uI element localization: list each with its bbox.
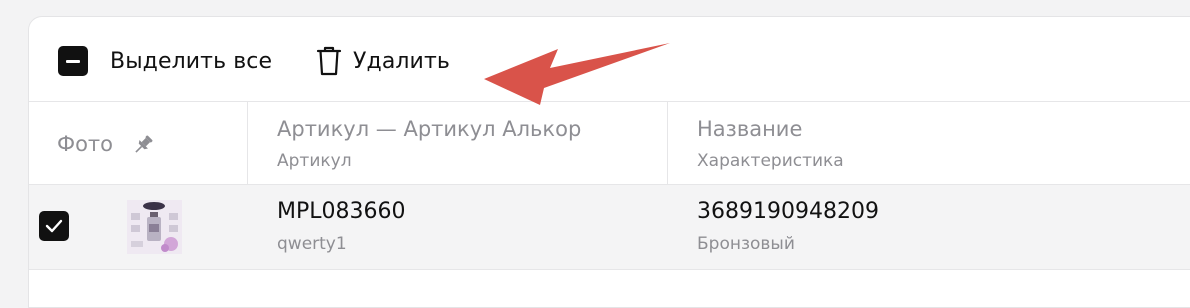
row-characteristic: Бронзовый bbox=[697, 234, 795, 254]
checkmark-icon bbox=[45, 219, 63, 233]
table-row[interactable]: MPL083660 qwerty1 3689190948209 Бронзовы… bbox=[29, 185, 1190, 270]
product-thumbnail[interactable] bbox=[127, 200, 182, 254]
column-subheader-sku: Артикул bbox=[277, 151, 352, 171]
select-all-button[interactable]: Выделить все bbox=[58, 46, 272, 76]
column-divider bbox=[667, 102, 668, 184]
select-all-label: Выделить все bbox=[110, 48, 273, 74]
delete-button[interactable]: Удалить bbox=[315, 43, 450, 79]
products-table-panel: Выделить все Удалить Фото Артикул — Арти… bbox=[28, 16, 1190, 308]
delete-label: Удалить bbox=[353, 48, 450, 74]
column-header-name[interactable]: Название bbox=[697, 117, 802, 141]
trash-icon bbox=[316, 46, 342, 76]
row-sku: MPL083660 bbox=[277, 199, 406, 224]
column-header-sku[interactable]: Артикул — Артикул Алькор bbox=[277, 117, 581, 141]
column-header-photo[interactable]: Фото bbox=[57, 132, 113, 156]
row-name: 3689190948209 bbox=[697, 199, 879, 224]
minus-checkbox-icon[interactable] bbox=[58, 46, 88, 76]
bulk-actions-toolbar: Выделить все Удалить bbox=[29, 17, 1190, 105]
column-divider bbox=[247, 102, 248, 184]
column-subheader-name: Характеристика bbox=[697, 151, 844, 171]
annotation-arrow bbox=[484, 43, 670, 105]
row-sku-alt: qwerty1 bbox=[277, 234, 347, 254]
pin-icon[interactable] bbox=[132, 134, 154, 156]
row-checkbox[interactable] bbox=[39, 211, 69, 241]
table-header: Фото Артикул — Артикул Алькор Артикул На… bbox=[29, 102, 1190, 185]
